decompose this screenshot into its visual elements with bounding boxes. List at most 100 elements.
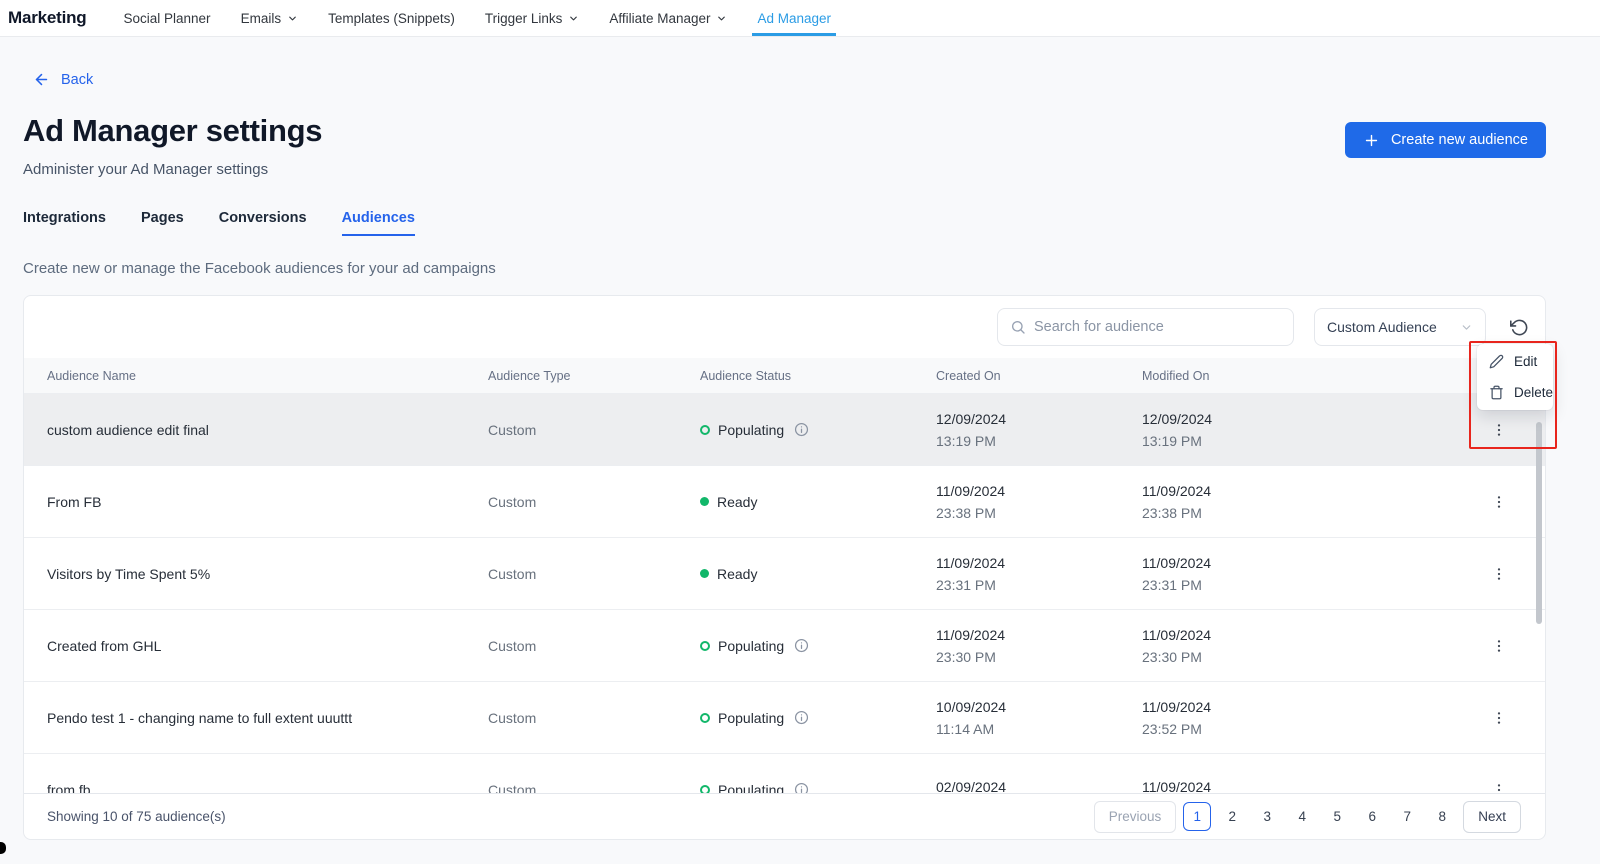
audience-status: Populating <box>700 710 936 726</box>
audience-type: Custom <box>488 709 537 726</box>
context-menu-item-delete[interactable]: Delete <box>1477 377 1553 408</box>
modified-time: 23:38 PM <box>1142 504 1202 521</box>
audience-type: Custom <box>488 565 537 582</box>
page-button-8[interactable]: 8 <box>1428 802 1456 831</box>
context-menu-item-edit[interactable]: Edit <box>1477 346 1553 377</box>
context-menu-label: Delete <box>1514 385 1554 400</box>
back-link[interactable]: Back <box>33 71 93 88</box>
nav-item-affiliate-manager[interactable]: Affiliate Manager <box>594 0 742 36</box>
refresh-button[interactable] <box>1508 316 1531 339</box>
modified-date: 12/09/2024 <box>1142 410 1213 427</box>
row-actions-menu-button[interactable] <box>1486 777 1512 794</box>
page-button-4[interactable]: 4 <box>1288 802 1316 831</box>
page-subtitle: Administer your Ad Manager settings <box>23 161 269 178</box>
search-input-wrapper <box>997 308 1294 346</box>
created-on: 10/09/2024 11:14 AM <box>936 699 1142 737</box>
page-button-3[interactable]: 3 <box>1253 802 1281 831</box>
audience-type-select[interactable]: Custom Audience <box>1314 308 1486 346</box>
nav-item-trigger-links[interactable]: Trigger Links <box>470 0 595 36</box>
modified-on: 12/09/2024 13:19 PM <box>1142 411 1452 449</box>
trash-icon <box>1489 385 1504 400</box>
kebab-icon <box>1491 710 1507 726</box>
row-actions-menu-button[interactable] <box>1486 489 1512 515</box>
search-input[interactable] <box>1034 319 1281 335</box>
row-context-menu: Edit Delete <box>1477 344 1553 410</box>
audience-status: Populating <box>700 638 936 654</box>
previous-page-button[interactable]: Previous <box>1093 800 1177 833</box>
column-header-audience-type: Audience Type <box>488 368 571 383</box>
results-summary: Showing 10 of 75 audience(s) <box>47 809 226 824</box>
nav-item-label: Affiliate Manager <box>609 10 711 26</box>
table-header-row: Audience Name Audience Type Audience Statu… <box>24 358 1545 394</box>
row-actions-menu-button[interactable] <box>1486 561 1512 587</box>
created-date: 02/09/2024 <box>936 778 1007 794</box>
audience-status: Ready <box>700 494 936 510</box>
info-icon[interactable] <box>794 710 809 725</box>
audience-name: From FB <box>47 493 102 510</box>
created-time: 11:14 AM <box>936 720 995 737</box>
arrow-left-icon <box>33 71 50 88</box>
tab-conversions[interactable]: Conversions <box>219 210 307 236</box>
audience-type: Custom <box>488 637 537 654</box>
nav-item-label: Templates (Snippets) <box>328 10 455 26</box>
row-actions-menu-button[interactable] <box>1486 633 1512 659</box>
modified-time: 23:31 PM <box>1142 576 1202 593</box>
page-button-1[interactable]: 1 <box>1183 802 1212 831</box>
kebab-icon <box>1491 782 1507 794</box>
nav-item-emails[interactable]: Emails <box>226 0 314 36</box>
modified-date: 11/09/2024 <box>1142 778 1212 794</box>
chevron-down-icon <box>568 13 579 24</box>
page-button-6[interactable]: 6 <box>1358 802 1386 831</box>
audience-name: Created from GHL <box>47 637 162 654</box>
kebab-icon <box>1491 638 1507 654</box>
nav-item-label: Ad Manager <box>757 10 832 26</box>
info-icon[interactable] <box>794 422 809 437</box>
info-icon[interactable] <box>794 782 809 793</box>
status-dot-icon <box>700 640 710 651</box>
table-row: from fb Custom Populating 02/09/2024 11/09/2… <box>24 754 1545 793</box>
next-page-button[interactable]: Next <box>1463 800 1521 833</box>
row-actions-menu-button[interactable] <box>1486 417 1512 443</box>
row-actions-menu-button[interactable] <box>1486 705 1512 731</box>
create-new-audience-button[interactable]: Create new audience <box>1344 122 1546 158</box>
created-time: 23:30 PM <box>936 648 996 665</box>
info-icon[interactable] <box>794 638 809 653</box>
created-date: 12/09/2024 <box>936 410 1007 427</box>
nav-item-social-planner[interactable]: Social Planner <box>109 0 226 36</box>
screen-artifact <box>0 842 6 854</box>
table-row: From FB Custom Ready 11/09/2024 23:38 PM 11/0… <box>24 466 1545 538</box>
status-label: Ready <box>717 565 758 582</box>
top-navbar: Marketing Social Planner Emails Templates … <box>0 0 1600 37</box>
tab-integrations[interactable]: Integrations <box>23 210 106 236</box>
audiences-card: Custom Audience Audience Name Audience Ty… <box>23 295 1546 840</box>
settings-tabs: Integrations Pages Conversions Audiences <box>23 210 1546 236</box>
audience-type: Custom <box>488 421 537 438</box>
column-header-created-on: Created On <box>936 368 1001 383</box>
page-title: Ad Manager settings <box>23 113 323 148</box>
nav-item-label: Emails <box>240 10 282 26</box>
nav-item-label: Trigger Links <box>484 10 563 26</box>
modified-on: 11/09/2024 23:38 PM <box>1142 483 1452 521</box>
nav-item-ad-manager[interactable]: Ad Manager <box>742 0 846 36</box>
nav-item-templates-snippets[interactable]: Templates (Snippets) <box>313 0 470 36</box>
table-row: custom audience edit final Custom Populati… <box>24 394 1545 466</box>
page-button-7[interactable]: 7 <box>1393 802 1421 831</box>
page-button-2[interactable]: 2 <box>1218 802 1246 831</box>
column-header-modified-on: Modified On <box>1142 368 1210 383</box>
nav-item-label: Social Planner <box>123 10 211 26</box>
audience-status: Populating <box>700 782 936 793</box>
chevron-down-icon <box>716 13 727 24</box>
table-footer: Showing 10 of 75 audience(s) Previous 12… <box>24 793 1545 839</box>
search-icon <box>1010 319 1026 335</box>
audience-name: custom audience edit final <box>47 421 209 438</box>
tab-audiences[interactable]: Audiences <box>341 210 416 236</box>
page-numbers: 12345678 <box>1183 802 1456 831</box>
tab-pages[interactable]: Pages <box>141 210 184 236</box>
page-button-5[interactable]: 5 <box>1323 802 1351 831</box>
table-row: Pendo test 1 - changing name to full ext… <box>24 682 1545 754</box>
table-scrollbar[interactable] <box>1536 422 1542 624</box>
status-label: Ready <box>717 493 758 510</box>
section-description: Create new or manage the Facebook audien… <box>23 260 496 277</box>
column-header-audience-status: Audience Status <box>700 368 792 383</box>
status-dot-icon <box>700 424 710 435</box>
